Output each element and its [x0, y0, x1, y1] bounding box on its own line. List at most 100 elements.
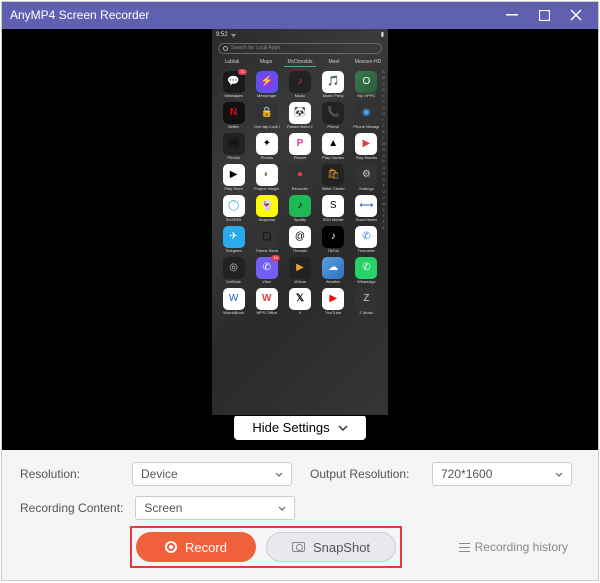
app-icon: N [223, 102, 245, 124]
app-label: Netflix [228, 125, 239, 129]
phone-search-bar: Search for Local Apps [218, 43, 382, 54]
output-resolution-select[interactable]: 720*1600 [432, 462, 572, 486]
app-item: ▶Play Store [218, 164, 249, 191]
app-item: WWordsBook [218, 288, 249, 315]
app-label: Picsart [294, 156, 306, 160]
notification-badge: 70 [238, 69, 246, 75]
chevron-down-icon [278, 506, 286, 511]
snapshot-button[interactable]: SnapShot [266, 532, 396, 562]
preview-area: 9:52 ᯤ ▮ Search for Local Apps LublakMap… [2, 29, 598, 416]
alpha-index-letter: U [382, 189, 386, 194]
app-label: WordsBook [223, 311, 244, 315]
app-icon: W [256, 288, 278, 310]
app-icon: ▲ [322, 133, 344, 155]
app-label: Telegram [225, 249, 241, 253]
app-label: X [299, 311, 302, 315]
search-placeholder: Search for Local Apps [231, 45, 280, 51]
snapshot-label: SnapShot [313, 540, 370, 555]
app-label: Messenger [257, 94, 277, 98]
maximize-icon [539, 10, 550, 21]
app-label: SHAREit [226, 218, 242, 222]
app-item: ▶Videos [284, 257, 315, 284]
resolution-select[interactable]: Device [132, 462, 292, 486]
app-icon: ▢ [256, 226, 278, 248]
alpha-index-letter: N [382, 147, 386, 152]
category-tab: Meet [318, 58, 350, 67]
app-item: ▶Play Movies [351, 133, 382, 160]
hide-settings-label: Hide Settings [252, 420, 329, 435]
app-icon: O [355, 71, 377, 93]
app-item: ◎UniNote [218, 257, 249, 284]
app-label: TeamViewer [355, 218, 377, 222]
phone-status-bar: 9:52 ᯤ ▮ [212, 29, 388, 41]
app-icon: ⟷ [355, 195, 377, 217]
app-label: Z Music [359, 311, 373, 315]
app-item: ✦Photos [251, 133, 282, 160]
app-item: 💬70Messages [218, 71, 249, 98]
app-item: OMy OPPO [351, 71, 382, 98]
app-icon: ♪ [289, 195, 311, 217]
record-button[interactable]: Record [136, 532, 256, 562]
app-label: My OPPO [357, 94, 375, 98]
alpha-index-letter: Z [382, 219, 386, 224]
app-item: WWPS Office [251, 288, 282, 315]
alpha-index-letter: L [382, 135, 386, 140]
chevron-down-icon [275, 472, 283, 477]
alpha-index-letter: T [382, 183, 386, 188]
close-button[interactable] [568, 7, 584, 23]
app-icon: P [289, 133, 311, 155]
list-icon [459, 543, 470, 552]
app-label: Music [295, 94, 305, 98]
highlight-box: Record SnapShot [130, 526, 402, 568]
app-label: Music Party [323, 94, 344, 98]
app-item: ⚡Messenger [251, 71, 282, 98]
app-window: AnyMP4 Screen Recorder 9:52 ᯤ ▮ [1, 1, 599, 581]
app-item: PPicsart [284, 133, 315, 160]
chevron-down-icon [555, 472, 563, 477]
alpha-index-letter: Y [382, 213, 386, 218]
app-label: Phone [327, 125, 339, 129]
category-tabs: LublakMapsMcDonaldsMeetMessen-HD [212, 56, 388, 69]
resolution-label: Resolution: [20, 467, 120, 481]
app-icon: ✆18 [256, 257, 278, 279]
history-label: Recording history [475, 540, 568, 554]
chevron-down-icon [338, 425, 348, 431]
category-tab: Lublak [216, 58, 248, 67]
alpha-index-letter: X [382, 207, 386, 212]
app-icon: 🖼 [223, 133, 245, 155]
category-tab: McDonalds [284, 58, 316, 67]
app-item: ▶YouTube [318, 288, 349, 315]
app-item: 🔒One-tap Lock Screen [251, 102, 282, 129]
app-item: SSSS Mobile [318, 195, 349, 222]
app-item: ✆18Viber [251, 257, 282, 284]
app-label: WhatsApp [357, 280, 375, 284]
alpha-index-letter: H [382, 111, 386, 116]
app-label: Viber [262, 280, 271, 284]
maximize-button[interactable] [536, 7, 552, 23]
app-item: @Threads [284, 226, 315, 253]
recording-content-value: Screen [144, 501, 182, 515]
app-icon: 🛍 [322, 164, 344, 186]
minimize-button[interactable] [504, 7, 520, 23]
app-item: NNetflix [218, 102, 249, 129]
app-icon: ⚙ [355, 164, 377, 186]
app-label: Weather [326, 280, 341, 284]
app-label: Threads [293, 249, 308, 253]
app-label: YouTube [325, 311, 341, 315]
alpha-index: ABCDEFGHIJKLMNOPQRSTUVWXYZ# [382, 69, 386, 230]
resolution-value: Device [141, 467, 178, 481]
output-resolution-value: 720*1600 [441, 467, 492, 481]
status-time: 9:52 [216, 32, 228, 38]
camera-icon [292, 542, 305, 552]
app-icon: ♪ [322, 226, 344, 248]
recording-history-link[interactable]: Recording history [459, 540, 568, 554]
recording-content-select[interactable]: Screen [135, 496, 295, 520]
app-label: TikTok [327, 249, 338, 253]
app-item: ◯SHAREit [218, 195, 249, 222]
settings-panel: Resolution: Device Output Resolution: 72… [2, 450, 598, 580]
app-item: 𝕏X [284, 288, 315, 315]
app-label: Videos [294, 280, 306, 284]
hide-settings-button[interactable]: Hide Settings [234, 415, 365, 440]
app-label: Project Insight [254, 187, 279, 191]
app-item: 🐼Panda Video Compressor [284, 102, 315, 129]
